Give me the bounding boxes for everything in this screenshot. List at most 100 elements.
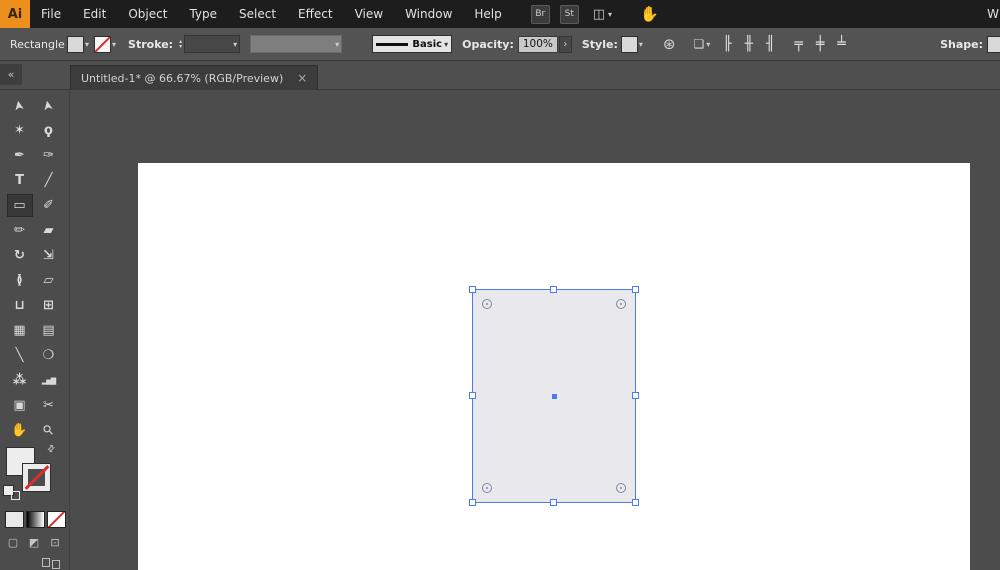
curvature-tool[interactable]: ✑ [36,144,62,167]
bridge-button[interactable]: Br [530,4,550,24]
pen-tool[interactable]: ✒ [7,144,33,167]
selected-rectangle[interactable] [469,286,639,506]
screen-mode-icon[interactable] [52,560,60,569]
selection-handle[interactable] [632,286,639,293]
menu-type[interactable]: Type [178,7,228,21]
chevron-down-icon[interactable]: ▾ [608,10,612,19]
chevron-down-icon[interactable]: ▾ [85,40,89,49]
menu-file[interactable]: File [30,7,72,21]
menu-window[interactable]: Window [394,7,463,21]
selection-handle[interactable] [632,499,639,506]
default-fill-stroke-icon[interactable] [4,486,20,500]
live-corner-widget[interactable] [616,299,626,309]
mesh-tool[interactable]: ▦ [7,319,33,342]
graphic-style-swatch[interactable] [621,36,637,52]
menu-object[interactable]: Object [117,7,178,21]
menu-edit[interactable]: Edit [72,7,117,21]
chevron-down-icon[interactable]: ▾ [639,40,643,49]
chevron-down-icon[interactable]: ▾ [706,40,710,49]
default-stroke-mini [11,491,20,500]
menu-view[interactable]: View [344,7,394,21]
brush-definition-select[interactable]: ▾ [250,35,343,53]
draw-behind-button[interactable]: ◩ [25,534,43,550]
zoom-tool[interactable]: ⚲ [36,419,62,442]
selection-handle[interactable] [469,392,476,399]
paintbrush-tool[interactable]: ✐ [36,194,62,217]
opacity-panel-arrow-button[interactable]: › [558,35,572,53]
chevron-down-icon[interactable]: ▾ [335,40,339,49]
stroke-color-indicator[interactable] [23,464,50,491]
stepper-down-icon[interactable]: ▾ [179,44,182,50]
align-horizontal-right-button[interactable]: ╢ [766,36,774,52]
draw-inside-button[interactable]: ⊡ [46,534,64,550]
collapse-panel-button[interactable]: « [0,64,22,85]
rotate-tool[interactable]: ↻ [7,244,33,267]
menu-help[interactable]: Help [463,7,512,21]
free-transform-tool[interactable]: ▱ [36,269,62,292]
type-tool[interactable]: T [7,169,33,192]
chevron-down-icon[interactable]: ▾ [233,40,237,49]
close-tab-icon[interactable]: × [297,71,307,85]
stroke-color-swatch[interactable] [95,36,111,52]
selection-tool[interactable]: ➤ [7,94,33,117]
live-corner-widget[interactable] [482,483,492,493]
symbol-sprayer-tool[interactable]: ⁂ [7,369,33,392]
hand-tool[interactable]: ✋ [7,419,33,442]
menu-effect[interactable]: Effect [287,7,344,21]
align-vertical-middle-button[interactable]: ╪ [816,36,824,52]
selection-handle[interactable] [469,286,476,293]
menu-select[interactable]: Select [228,7,287,21]
transform-icon[interactable]: ❏ [693,37,704,51]
align-horizontal-left-button[interactable]: ╟ [723,36,731,52]
live-corner-widget[interactable] [616,483,626,493]
workspace-label-partial[interactable]: W [987,7,999,21]
shaper-tool[interactable]: ✏ [7,219,33,242]
stroke-weight-stepper[interactable]: ▴ ▾ [179,39,182,50]
align-horizontal-center-button[interactable]: ╫ [745,36,753,52]
rotate-tool-icon: ↻ [14,248,25,263]
line-segment-tool[interactable]: ╱ [36,169,62,192]
center-point[interactable] [552,394,557,399]
recolor-artwork-icon[interactable]: ⊛ [663,35,676,53]
gradient-tool[interactable]: ▤ [36,319,62,342]
live-corner-widget[interactable] [482,299,492,309]
stroke-style-select[interactable]: Basic ▾ [372,35,453,53]
arrange-documents-icon[interactable]: ◫ [593,7,605,22]
selection-handle[interactable] [550,286,557,293]
perspective-grid-tool[interactable]: ⊞ [36,294,62,317]
width-tool[interactable]: ≬ [7,269,33,292]
align-vertical-bottom-button[interactable]: ╧ [837,36,845,52]
chevron-down-icon[interactable]: ▾ [444,40,448,49]
swap-fill-stroke-icon[interactable]: ⇄ [46,443,58,455]
shape-builder-tool[interactable]: ⊔ [7,294,33,317]
color-button[interactable] [6,512,23,527]
canvas-area[interactable] [70,90,1000,570]
document-tab[interactable]: Untitled-1* @ 66.67% (RGB/Preview) × [70,65,319,90]
lasso-tool[interactable]: ϙ [36,119,62,142]
stock-button[interactable]: St [559,4,579,24]
artboard[interactable] [138,163,970,570]
artboard-tool[interactable]: ▣ [7,394,33,417]
scale-tool[interactable]: ⇲ [36,244,62,267]
selection-handle[interactable] [632,392,639,399]
eyedropper-tool[interactable]: ╲ [7,344,33,367]
none-button[interactable] [48,512,65,527]
opacity-input[interactable]: 100% [517,35,558,53]
blend-tool[interactable]: ❍ [36,344,62,367]
fill-color-swatch[interactable] [68,36,83,52]
shape-swatch-partial[interactable] [988,36,1000,52]
eraser-tool[interactable]: ▰ [36,219,62,242]
selection-handle[interactable] [469,499,476,506]
align-vertical-top-button[interactable]: ╤ [795,36,803,52]
gradient-button[interactable] [27,512,44,527]
magic-wand-tool[interactable]: ✶ [7,119,33,142]
screen-mode-icon[interactable] [42,558,50,567]
chevron-down-icon[interactable]: ▾ [112,40,116,49]
draw-normal-button[interactable]: ▢ [4,534,22,550]
rectangle-tool[interactable]: ▭ [6,194,33,217]
stroke-weight-select[interactable]: ▾ [184,35,241,53]
direct-selection-tool[interactable]: ➤ [36,94,62,117]
column-graph-tool[interactable]: ▂▅▇ [36,369,62,392]
slice-tool[interactable]: ✂ [36,394,62,417]
selection-handle[interactable] [550,499,557,506]
